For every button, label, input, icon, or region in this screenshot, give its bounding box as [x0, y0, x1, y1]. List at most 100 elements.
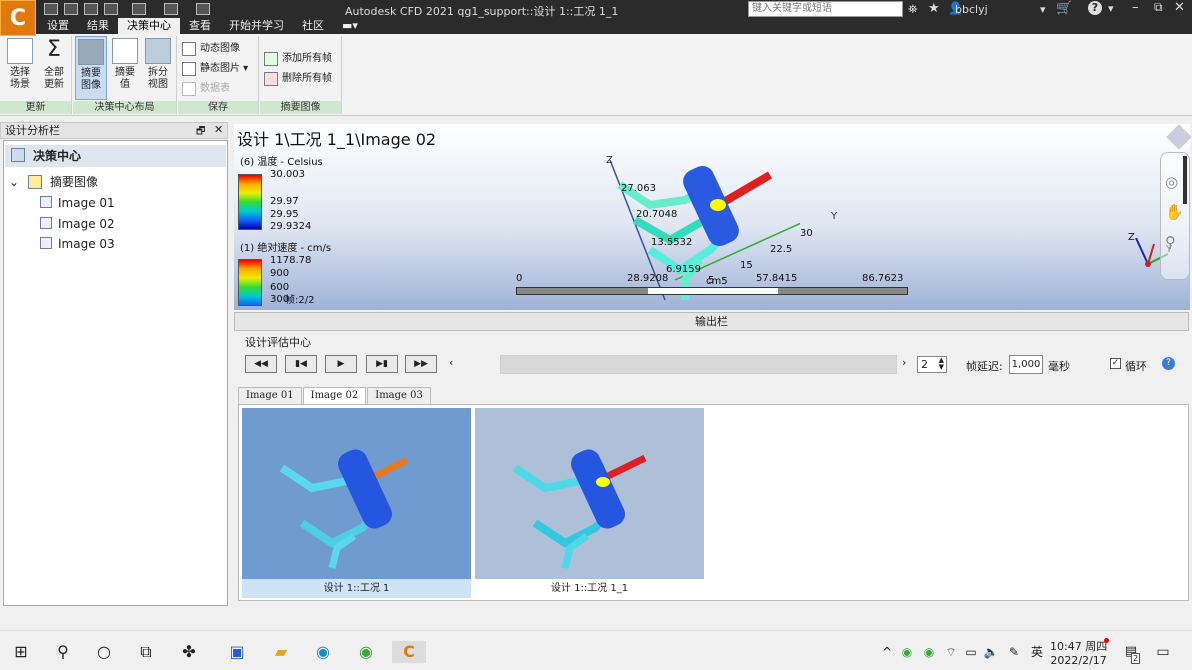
spinner-arrows-icon[interactable]: ▲ ▼ — [939, 357, 944, 371]
tray-app-icon[interactable]: ◉ — [896, 641, 918, 663]
tree-root-decision-center[interactable]: 决策中心 — [5, 145, 226, 167]
vel-tick: 900 — [270, 268, 290, 279]
tab-image-02[interactable]: Image 02 — [302, 387, 367, 404]
tree-group-summary-images[interactable]: 摘要图像 — [24, 173, 98, 191]
chat-icon[interactable]: ▭ — [1152, 641, 1174, 663]
tree-item-image-03[interactable]: Image 03 — [38, 235, 115, 253]
frame-delay-input[interactable]: 1,000 — [1009, 355, 1043, 374]
file-explorer-icon[interactable]: ▰ — [270, 641, 292, 663]
summary-image-button[interactable]: 摘要 图像 — [75, 36, 107, 100]
data-table-button[interactable]: 数据表 — [180, 80, 230, 98]
tab-decision-center[interactable]: 决策中心 — [118, 18, 180, 34]
save-icon[interactable] — [84, 3, 98, 15]
minimize-icon[interactable]: – — [1132, 0, 1139, 15]
tray-app2-icon[interactable]: ◉ — [918, 641, 940, 663]
thumbnail-1[interactable]: 设计 1::工况 1 — [242, 408, 471, 598]
tab-image-01[interactable]: Image 01 — [238, 387, 302, 404]
new-icon[interactable] — [44, 3, 58, 15]
undo-icon[interactable] — [132, 3, 146, 15]
next-frame-button[interactable]: ▶▮ — [366, 355, 398, 373]
output-bar[interactable]: 输出栏 — [234, 312, 1189, 331]
static-image-button[interactable]: 静态图片 ▾ — [180, 60, 248, 78]
help-icon[interactable]: ? — [1088, 1, 1102, 15]
close-icon[interactable]: ✕ — [1174, 0, 1185, 15]
edge-icon[interactable]: ◉ — [312, 641, 334, 663]
delete-all-frames-button[interactable]: 删除所有帧 — [262, 70, 332, 88]
tab-settings[interactable]: 设置 — [38, 18, 78, 34]
select-scene-button[interactable]: 选择 场景 — [4, 36, 36, 100]
last-frame-button[interactable]: ▶▶ — [405, 355, 437, 373]
info-help-icon[interactable]: ? — [1162, 357, 1175, 370]
expand-toggle-icon[interactable]: ⌄ — [9, 173, 19, 191]
dynamic-image-button[interactable]: 动态图像 — [180, 40, 240, 58]
tab-view[interactable]: 查看 — [180, 18, 220, 34]
binoculars-icon[interactable]: ⛯ — [908, 2, 918, 17]
task-view-icon[interactable]: ⧉ — [135, 641, 157, 663]
scroll-right-icon[interactable]: › — [902, 356, 906, 369]
temperature-color-bar — [238, 174, 262, 230]
search-icon[interactable]: ⚲ — [52, 641, 74, 663]
summary-value-button[interactable]: 摘要 值 — [109, 36, 141, 100]
notification-count: 2 — [1131, 653, 1141, 664]
cart-icon[interactable]: 🛒 — [1056, 1, 1072, 16]
tab-community[interactable]: 社区 — [293, 18, 333, 34]
thumbnail-2[interactable]: 设计 1::工况 1_1 — [475, 408, 704, 598]
tree-item-image-02[interactable]: Image 02 — [38, 215, 115, 233]
scroll-left-icon[interactable]: ‹ — [449, 356, 453, 369]
fan-app-icon[interactable]: ✤ — [178, 641, 200, 663]
volume-icon[interactable]: 🔈 — [980, 641, 1002, 663]
steering-wheel-icon[interactable]: ◎ — [1165, 173, 1178, 191]
wifi-icon[interactable]: ⌔ — [940, 641, 962, 663]
redo-icon[interactable] — [164, 3, 178, 15]
save-all-icon[interactable] — [104, 3, 118, 15]
browser-icon[interactable]: ◉ — [355, 641, 377, 663]
tab-results[interactable]: 结果 — [78, 18, 118, 34]
open-icon[interactable] — [64, 3, 78, 15]
tab-more-icon[interactable]: ▬▾ — [333, 18, 367, 34]
ime-indicator[interactable]: 英 — [1026, 641, 1048, 663]
tab-image-03[interactable]: Image 03 — [367, 387, 431, 404]
user-dropdown-icon[interactable]: ▾ — [1040, 3, 1046, 16]
tab-learn[interactable]: 开始并学习 — [220, 18, 293, 34]
probe-value: 6.9159 — [666, 264, 701, 275]
float-panel-icon[interactable]: 🗗 — [196, 124, 205, 141]
windows-start-icon[interactable]: ⊞ — [10, 641, 32, 663]
viewport-title: 设计 1\工况 1_1\Image 02 — [237, 130, 437, 149]
tree-item-image-01[interactable]: Image 01 — [38, 194, 115, 212]
ribbon-group-save: 动态图像 静态图片 ▾ 数据表 保存 — [178, 36, 259, 114]
restore-icon[interactable]: ⧉ — [1154, 0, 1163, 15]
frame-slider[interactable] — [500, 355, 897, 374]
zoom-icon[interactable]: ⚲ — [1165, 233, 1176, 251]
app-menu-button[interactable]: C — [0, 0, 36, 36]
first-frame-button[interactable]: ◀◀ — [245, 355, 277, 373]
close-panel-icon[interactable]: ✕ — [214, 123, 223, 136]
add-all-frames-button[interactable]: 添加所有帧 — [262, 50, 332, 68]
tray-expand-icon[interactable]: ^ — [876, 641, 898, 663]
picture-icon — [182, 62, 196, 76]
clock[interactable]: 10:47 周四 2022/2/17 — [1050, 638, 1107, 667]
image-item-icon — [40, 196, 52, 208]
cortana-icon[interactable]: ○ — [93, 641, 115, 663]
search-input[interactable]: 键入关键字或短语 — [748, 1, 903, 17]
thumbnail-caption: 设计 1::工况 1_1 — [550, 583, 629, 594]
help-dropdown-icon[interactable]: ▾ — [1108, 2, 1114, 15]
split-view-icon — [145, 38, 171, 64]
quick-access-icon[interactable] — [196, 3, 210, 15]
loop-checkbox[interactable]: ✓ — [1110, 358, 1121, 369]
image-icon — [78, 39, 104, 65]
user-name[interactable]: bbclyj — [955, 3, 988, 16]
pan-hand-icon[interactable]: ✋ — [1165, 203, 1184, 221]
prev-frame-button[interactable]: ▮◀ — [285, 355, 317, 373]
star-icon[interactable]: ★ — [928, 1, 940, 16]
play-button[interactable]: ▶ — [325, 355, 357, 373]
frame-spinner[interactable]: 2 ▲ ▼ — [917, 356, 947, 373]
window-title: Autodesk CFD 2021 qg1_support::设计 1::工况 … — [345, 5, 619, 18]
autodesk-cfd-taskbar-icon[interactable]: C — [392, 641, 426, 663]
delay-unit-label: 毫秒 — [1048, 360, 1070, 373]
store-icon[interactable]: ▣ — [226, 641, 248, 663]
update-all-button[interactable]: Σ 全部 更新 — [38, 36, 70, 100]
thumbnail-caption: 设计 1::工况 1 — [242, 579, 471, 598]
split-view-button[interactable]: 拆分 视图 — [142, 36, 174, 100]
pen-icon[interactable]: ✎ — [1003, 641, 1025, 663]
battery-icon[interactable]: ▭ — [960, 641, 982, 663]
